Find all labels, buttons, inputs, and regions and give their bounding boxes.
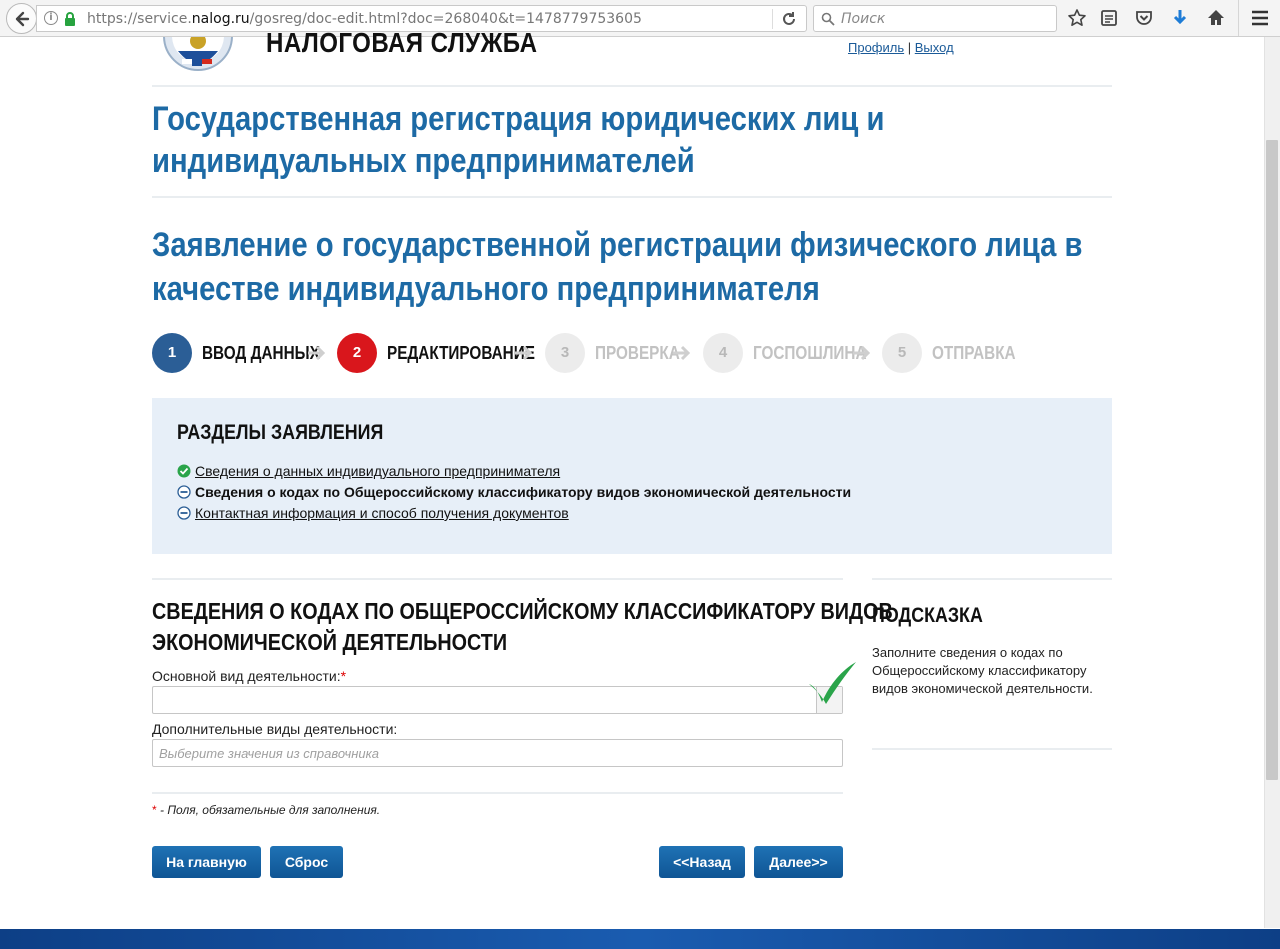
search-placeholder: Поиск [841, 11, 886, 27]
page-title: Государственная регистрация юридических … [152, 100, 885, 180]
hamburger-icon [1252, 10, 1268, 26]
back-arrow-icon [15, 11, 30, 27]
step-5-circle: 5 [882, 333, 922, 373]
next-step-button[interactable]: Далее>> [754, 846, 843, 878]
step-2-circle[interactable]: 2 [337, 333, 377, 373]
home-button[interactable]: На главную [152, 846, 261, 878]
step-3-circle: 3 [545, 333, 585, 373]
minus-circle-icon [177, 485, 191, 499]
step-4-label: ГОСПОШЛИНА [753, 343, 867, 363]
step-5-label: ОТПРАВКА [932, 343, 1016, 363]
step-4-circle: 4 [703, 333, 743, 373]
pocket-icon[interactable] [1134, 8, 1154, 28]
emblem-icon [163, 37, 233, 71]
profile-link[interactable]: Профиль [848, 40, 904, 55]
step-3-label: ПРОВЕРКА [595, 343, 680, 363]
search-icon [821, 12, 835, 26]
arrow-right-icon [853, 345, 871, 361]
valid-checkmark-icon [809, 662, 856, 704]
application-title: Заявление о государственной регистрации … [152, 226, 1083, 308]
minus-circle-icon [177, 506, 191, 520]
lock-icon [65, 12, 75, 26]
bookmark-star-icon[interactable] [1067, 8, 1087, 28]
fns-logo[interactable] [152, 37, 244, 71]
download-icon[interactable] [1170, 8, 1190, 28]
reading-list-icon[interactable] [1099, 8, 1119, 28]
footer-bar [0, 929, 1280, 949]
arrow-right-icon [308, 345, 326, 361]
arrow-right-icon [673, 345, 691, 361]
search-bar[interactable]: Поиск [813, 5, 1057, 32]
home-icon[interactable] [1206, 8, 1226, 28]
divider [872, 578, 1112, 580]
divider [152, 85, 1112, 87]
divider [152, 196, 1112, 198]
main-activity-input[interactable] [152, 686, 843, 714]
divider [152, 792, 843, 794]
required-fields-note: * - Поля, обязательные для заполнения. [152, 803, 381, 817]
divider [152, 578, 843, 580]
browser-toolbar: i https://service.nalog.ru/gosreg/doc-ed… [0, 0, 1280, 37]
divider [872, 748, 1112, 750]
user-links: Профиль | Выход [848, 40, 954, 55]
reset-button[interactable]: Сброс [270, 846, 343, 878]
link-separator: | [907, 40, 912, 55]
application-sections-panel: РАЗДЕЛЫ ЗАЯВЛЕНИЯ Сведения о данных инди… [152, 398, 1112, 554]
check-circle-icon [177, 464, 191, 478]
form-section-title: СВЕДЕНИЯ О КОДАХ ПО ОБЩЕРОССИЙСКОМУ КЛАС… [152, 598, 893, 655]
back-button[interactable] [6, 3, 37, 34]
menu-button[interactable] [1238, 0, 1280, 36]
wizard-steps: 1 ВВОД ДАННЫХ 2 РЕДАКТИРОВАНИЕ 3 ПРОВЕРК… [152, 333, 1112, 373]
scrollbar-thumb[interactable] [1266, 140, 1278, 780]
back-step-button[interactable]: <<Назад [659, 846, 745, 878]
url-text[interactable]: https://service.nalog.ru/gosreg/doc-edit… [87, 11, 642, 27]
logout-link[interactable]: Выход [915, 40, 954, 55]
step-1-circle[interactable]: 1 [152, 333, 192, 373]
service-title: НАЛОГОВАЯ СЛУЖБА [266, 27, 538, 58]
arrow-right-icon [515, 345, 533, 361]
additional-activity-placeholder: Выберите значения из справочника [159, 746, 379, 761]
additional-activity-input[interactable]: Выберите значения из справочника [152, 739, 843, 767]
additional-activity-label: Дополнительные виды деятельности: [152, 721, 398, 737]
step-2-label[interactable]: РЕДАКТИРОВАНИЕ [387, 343, 535, 364]
info-icon[interactable]: i [44, 11, 58, 25]
step-1-label[interactable]: ВВОД ДАННЫХ [202, 343, 320, 364]
sections-title: РАЗДЕЛЫ ЗАЯВЛЕНИЯ [177, 421, 384, 444]
main-activity-label: Основной вид деятельности:* [152, 668, 347, 684]
hint-text: Заполните сведения о кодах по Общероссий… [872, 645, 1093, 696]
reload-icon[interactable] [781, 11, 797, 27]
hint-title: ПОДСКАЗКА [872, 604, 983, 627]
